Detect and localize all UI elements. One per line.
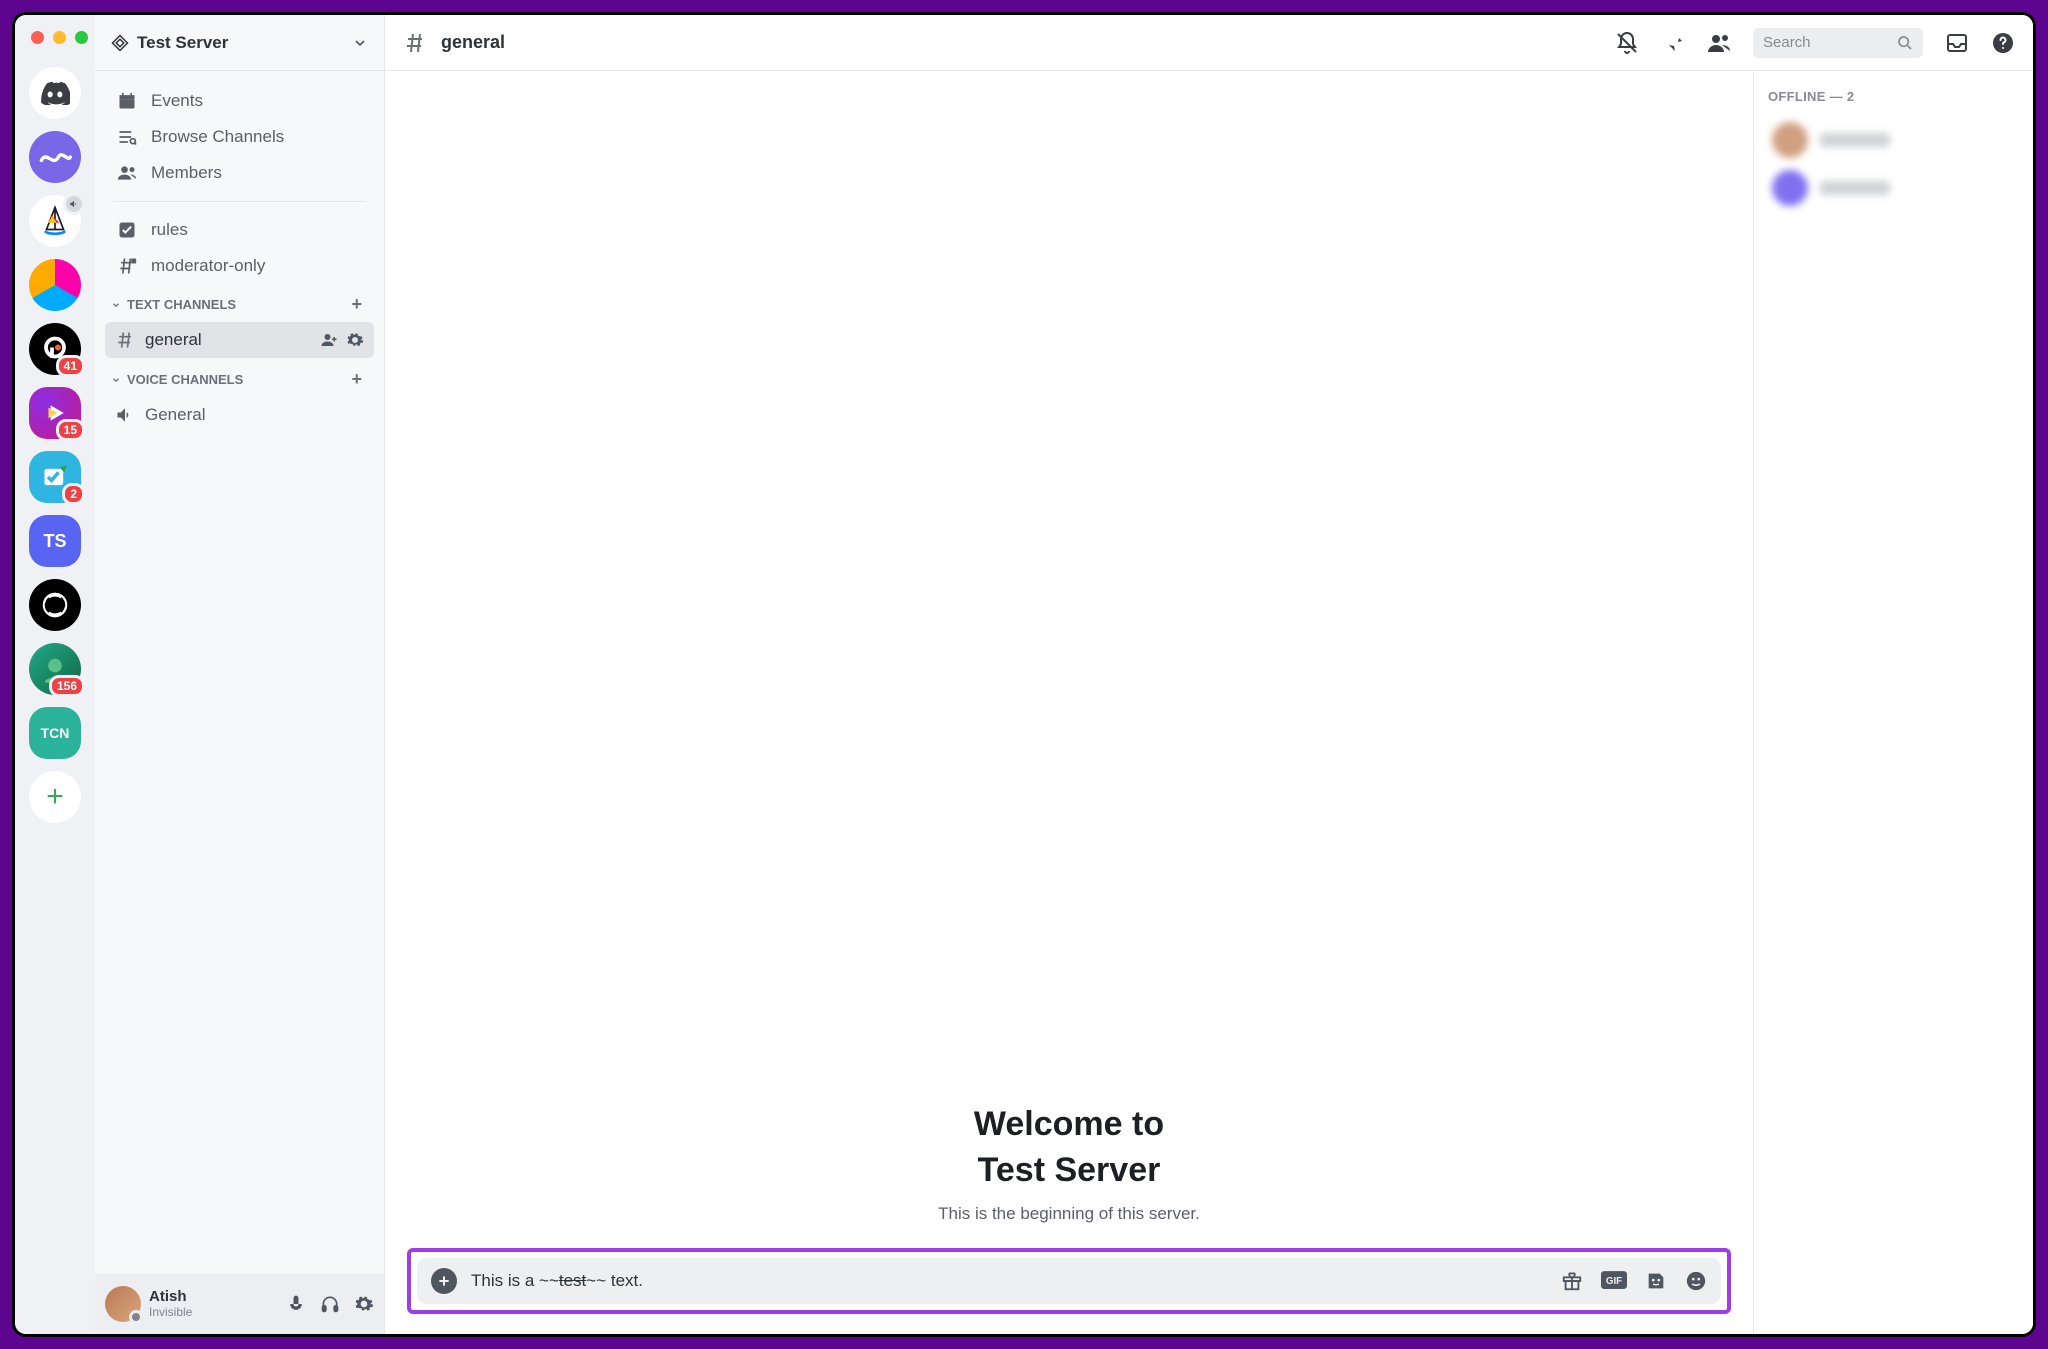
hash-lock-icon xyxy=(115,256,139,276)
server-green-av[interactable]: 156 xyxy=(29,643,81,695)
close-window-icon[interactable] xyxy=(31,31,44,44)
deafen-button[interactable] xyxy=(320,1294,340,1314)
welcome-block: Welcome to Test Server This is the begin… xyxy=(405,1102,1733,1224)
chevron-down-icon xyxy=(352,35,368,51)
app-window: 41 15 2 TS 156 TCN + Test Server xyxy=(12,12,2036,1337)
dm-button[interactable] xyxy=(29,67,81,119)
header-toolbar: Search xyxy=(1569,28,2015,58)
unread-badge: 156 xyxy=(49,675,85,697)
maximize-window-icon[interactable] xyxy=(75,31,88,44)
gear-icon[interactable] xyxy=(346,331,364,349)
minimize-window-icon[interactable] xyxy=(53,31,66,44)
sticker-icon[interactable] xyxy=(1645,1270,1667,1292)
channel-list: Events Browse Channels Members rules mod… xyxy=(95,71,384,1274)
member-list-toggle[interactable] xyxy=(1707,31,1731,55)
hash-icon xyxy=(115,330,135,350)
message-area: Welcome to Test Server This is the begin… xyxy=(385,71,1753,1334)
emoji-icon[interactable] xyxy=(1685,1270,1707,1292)
add-text-channel-button[interactable]: + xyxy=(351,294,368,315)
hash-icon xyxy=(403,31,427,55)
audio-badge-icon xyxy=(63,193,85,215)
boost-icon xyxy=(111,34,129,52)
server-tcn[interactable]: TCN xyxy=(29,707,81,759)
unread-badge: 15 xyxy=(56,419,85,441)
server-rail: 41 15 2 TS 156 TCN + xyxy=(15,15,95,1334)
member-list: OFFLINE — 2 xyxy=(1753,71,2033,1334)
server-sail[interactable] xyxy=(29,195,81,247)
notifications-muted-icon[interactable] xyxy=(1615,31,1639,55)
server-check[interactable]: 2 xyxy=(29,451,81,503)
text-channel-general[interactable]: general xyxy=(105,322,374,358)
inbox-icon[interactable] xyxy=(1945,31,1969,55)
threads-icon[interactable] xyxy=(1569,31,1593,55)
server-name: Test Server xyxy=(137,33,228,53)
server-p[interactable]: 41 xyxy=(29,323,81,375)
pinned-icon[interactable] xyxy=(1661,31,1685,55)
channel-header: general Search xyxy=(385,15,2033,71)
settings-button[interactable] xyxy=(354,1294,374,1314)
mute-button[interactable] xyxy=(286,1294,306,1314)
server-play[interactable]: 15 xyxy=(29,387,81,439)
server-purple[interactable] xyxy=(29,131,81,183)
server-header[interactable]: Test Server xyxy=(95,15,384,71)
gift-icon[interactable] xyxy=(1561,1270,1583,1292)
channel-moderator-only[interactable]: moderator-only xyxy=(105,248,374,284)
search-input[interactable]: Search xyxy=(1753,28,1923,58)
channel-sidebar: Test Server Events Browse Channels Membe… xyxy=(95,15,385,1334)
members-icon xyxy=(115,163,139,183)
voice-channel-general[interactable]: General xyxy=(105,397,374,433)
nav-events[interactable]: Events xyxy=(105,83,374,119)
unread-badge: 2 xyxy=(62,483,85,505)
composer-text[interactable]: This is a ~~test~~ text. xyxy=(471,1271,1547,1291)
attach-button[interactable] xyxy=(431,1268,457,1294)
user-avatar[interactable] xyxy=(105,1286,141,1322)
gif-icon[interactable]: GIF xyxy=(1601,1270,1627,1292)
nav-browse-channels[interactable]: Browse Channels xyxy=(105,119,374,155)
calendar-icon xyxy=(115,91,139,111)
message-composer-highlight: This is a ~~test~~ text. GIF xyxy=(407,1248,1731,1314)
server-ts[interactable]: TS xyxy=(29,515,81,567)
member-row[interactable] xyxy=(1768,116,2019,164)
search-placeholder: Search xyxy=(1763,34,1811,51)
add-server-button[interactable]: + xyxy=(29,771,81,823)
window-controls xyxy=(31,31,88,44)
offline-header: OFFLINE — 2 xyxy=(1768,89,2019,104)
server-wizard[interactable] xyxy=(29,259,81,311)
rules-icon xyxy=(115,220,139,240)
user-meta[interactable]: Atish Invisible xyxy=(149,1289,192,1319)
user-panel: Atish Invisible xyxy=(95,1274,384,1334)
message-composer[interactable]: This is a ~~test~~ text. GIF xyxy=(417,1258,1721,1304)
server-openai[interactable] xyxy=(29,579,81,631)
speaker-icon xyxy=(115,405,135,425)
svg-text:GIF: GIF xyxy=(1606,1276,1622,1287)
channel-name: general xyxy=(441,32,505,53)
member-row[interactable] xyxy=(1768,164,2019,212)
nav-members[interactable]: Members xyxy=(105,155,374,191)
channel-rules[interactable]: rules xyxy=(105,212,374,248)
category-voice-channels[interactable]: VOICE CHANNELS + xyxy=(105,359,374,396)
search-icon xyxy=(1897,35,1913,51)
browse-icon xyxy=(115,127,139,147)
status-indicator-icon xyxy=(129,1310,143,1324)
unread-badge: 41 xyxy=(56,355,85,377)
main-area: general Search Welcome to Test xyxy=(385,15,2033,1334)
add-voice-channel-button[interactable]: + xyxy=(351,369,368,390)
invite-icon[interactable] xyxy=(320,331,338,349)
category-text-channels[interactable]: TEXT CHANNELS + xyxy=(105,284,374,321)
help-icon[interactable] xyxy=(1991,31,2015,55)
divider xyxy=(113,201,366,202)
